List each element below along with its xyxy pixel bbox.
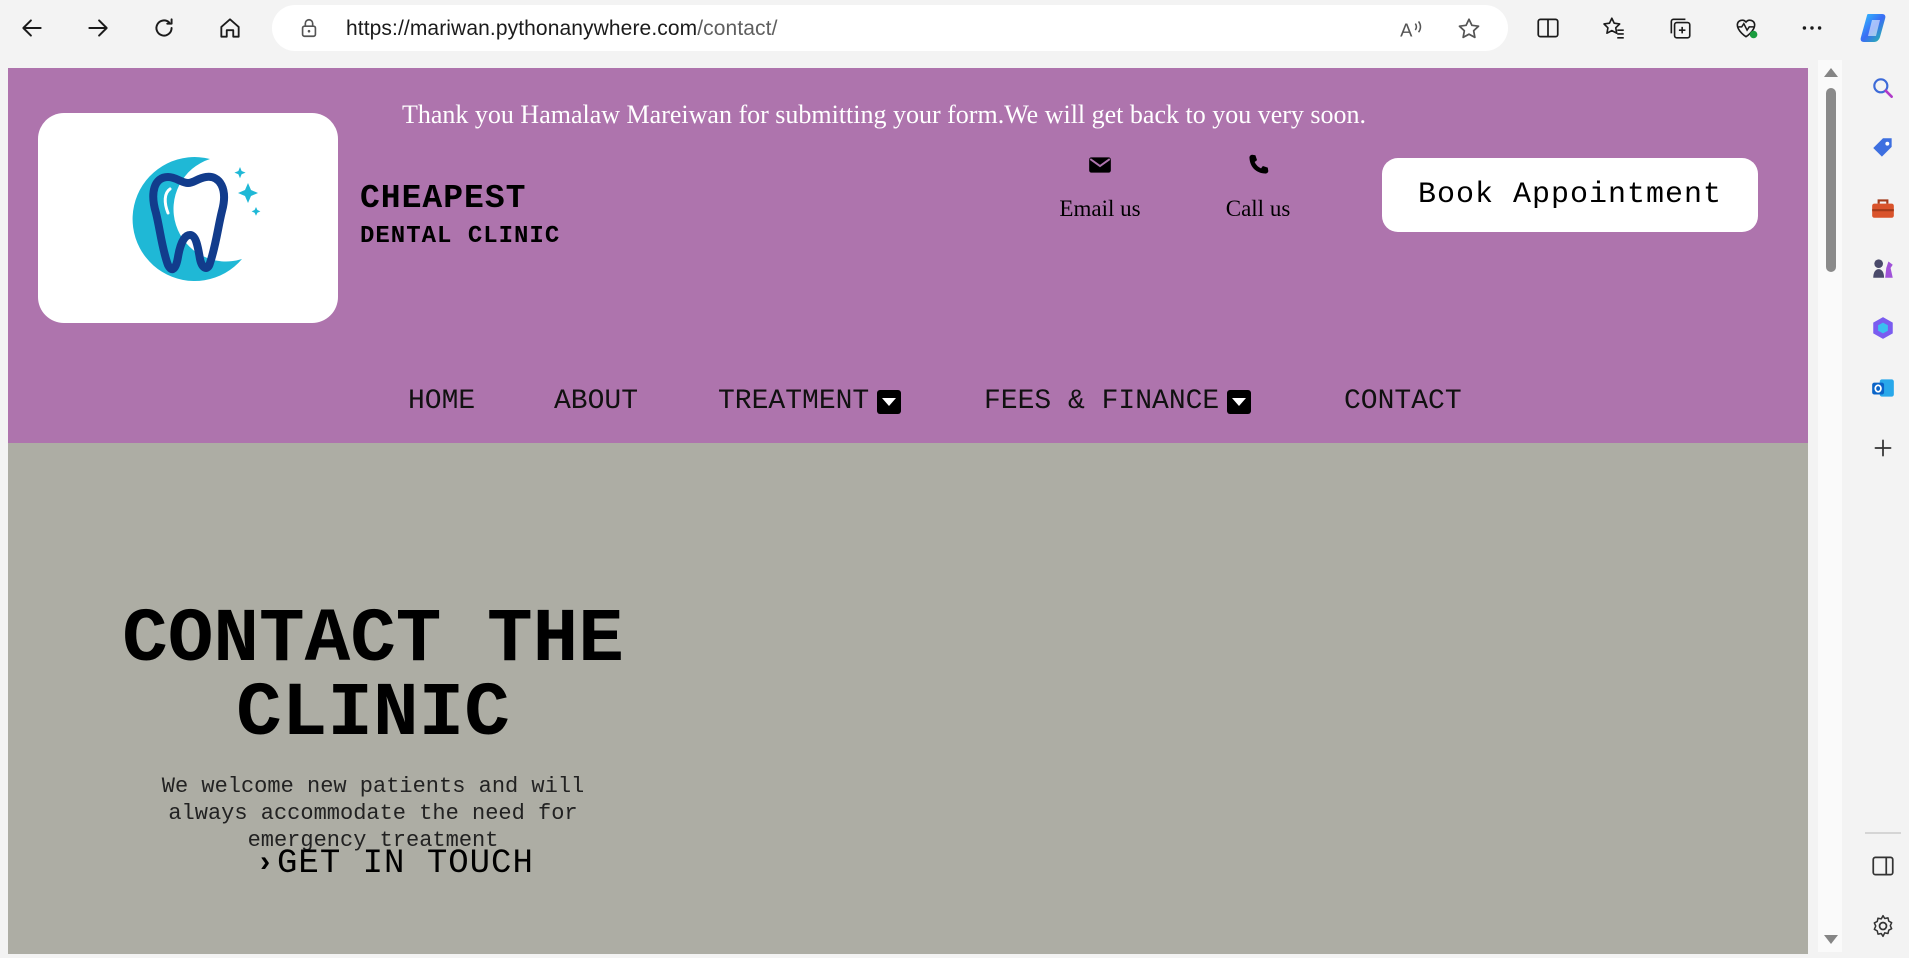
back-button[interactable] — [12, 8, 52, 48]
split-screen-icon — [1537, 18, 1559, 38]
ellipsis-icon — [1802, 26, 1822, 30]
chevron-right-icon: › — [256, 847, 276, 881]
sidebar-settings[interactable] — [1867, 910, 1899, 942]
hero-title: CONTACT THE CLINIC — [68, 602, 678, 752]
nav-contact[interactable]: CONTACT — [1344, 386, 1462, 417]
nav-contact-label: CONTACT — [1344, 386, 1462, 417]
copilot-icon[interactable] — [1858, 10, 1894, 46]
page-scrollbar[interactable] — [1818, 60, 1842, 952]
hero-subtitle-line2: always accommodate the need for — [168, 801, 578, 826]
brand-name-line1: CHEAPEST — [360, 180, 527, 217]
arrow-left-icon — [22, 19, 42, 37]
favorites-icon — [1603, 17, 1624, 39]
email-us-link[interactable]: Email us — [1048, 152, 1152, 222]
scroll-up-arrow-icon[interactable] — [1824, 68, 1838, 77]
sidebar-tools[interactable] — [1867, 192, 1899, 224]
collections-icon — [1670, 18, 1691, 39]
microsoft365-icon — [1873, 317, 1893, 339]
nav-home[interactable]: HOME — [408, 386, 475, 417]
sidebar-games[interactable] — [1867, 252, 1899, 284]
address-bar[interactable]: https://mariwan.pythonanywhere.com/conta… — [272, 5, 1508, 51]
scrollbar-thumb[interactable] — [1826, 88, 1836, 272]
chess-icon — [1873, 259, 1893, 278]
read-aloud-icon[interactable]: A — [1398, 16, 1424, 42]
split-screen-button[interactable] — [1528, 8, 1568, 48]
sidebar-outlook[interactable] — [1867, 372, 1899, 404]
email-us-label: Email us — [1059, 196, 1141, 221]
nav-treatment[interactable]: TREATMENT — [718, 386, 902, 417]
tag-icon — [1873, 138, 1892, 157]
browser-toolbar: https://mariwan.pythonanywhere.com/conta… — [0, 0, 1909, 56]
call-us-link[interactable]: Call us — [1208, 152, 1308, 222]
phone-icon — [1249, 154, 1269, 174]
nav-fees-finance[interactable]: FEES & FINANCE — [984, 386, 1252, 417]
nav-home-label: HOME — [408, 386, 476, 417]
page-viewport: Thank you Hamalaw Mareiwan for submittin… — [8, 68, 1808, 954]
more-options-button[interactable] — [1792, 8, 1832, 48]
hero-title-line2: CLINIC — [236, 671, 510, 757]
sidebar-microsoft365[interactable] — [1867, 312, 1899, 344]
get-in-touch-link[interactable]: › GET IN TOUCH — [256, 845, 534, 883]
lock-icon[interactable] — [298, 17, 320, 39]
collections-button[interactable] — [1660, 8, 1700, 48]
home-button[interactable] — [210, 8, 250, 48]
refresh-button[interactable] — [144, 8, 184, 48]
form-success-message: Thank you Hamalaw Mareiwan for submittin… — [402, 100, 1367, 129]
call-us-label: Call us — [1225, 196, 1291, 221]
main-nav: HOME ABOUT TREATMENT FEES & FINANCE CONT… — [8, 386, 1808, 426]
favorites-button[interactable] — [1594, 8, 1634, 48]
search-icon — [1873, 78, 1893, 98]
hero-subtitle: We welcome new patients and will always … — [108, 773, 638, 854]
sidebar-search[interactable] — [1867, 72, 1899, 104]
browser-essentials-button[interactable] — [1726, 8, 1766, 48]
book-appointment-button[interactable]: Book Appointment — [1382, 158, 1758, 232]
site-header: Thank you Hamalaw Mareiwan for submittin… — [8, 68, 1808, 443]
dropdown-caret-icon[interactable] — [1227, 389, 1252, 414]
favorite-star-icon[interactable] — [1456, 16, 1482, 42]
dropdown-caret-icon[interactable] — [877, 389, 902, 414]
hero-subtitle-line1: We welcome new patients and will — [161, 774, 585, 799]
arrow-right-icon — [88, 19, 108, 37]
clinic-logo[interactable] — [38, 113, 338, 323]
forward-button[interactable] — [78, 8, 118, 48]
tooth-logo-icon — [132, 157, 261, 282]
home-icon — [220, 18, 240, 38]
toolbox-icon — [1872, 199, 1894, 218]
contact-hero: CONTACT THE CLINIC We welcome new patien… — [8, 443, 1808, 954]
sidebar-hide[interactable] — [1867, 850, 1899, 882]
outlook-icon — [1872, 379, 1894, 397]
browser-sidebar — [1857, 56, 1909, 958]
gear-icon — [1873, 914, 1893, 938]
scroll-down-arrow-icon[interactable] — [1824, 935, 1838, 944]
brand-name-line2: DENTAL CLINIC — [360, 223, 561, 250]
url-text[interactable]: https://mariwan.pythonanywhere.com/conta… — [346, 17, 778, 41]
sidebar-divider — [1865, 832, 1901, 834]
sidebar-shopping[interactable] — [1867, 132, 1899, 164]
nav-treatment-label: TREATMENT — [718, 386, 870, 417]
svg-text:A: A — [1400, 20, 1413, 41]
nav-about-label: ABOUT — [554, 386, 639, 417]
sidebar-add[interactable] — [1867, 432, 1899, 464]
plus-icon — [1874, 439, 1892, 457]
nav-fees-label: FEES & FINANCE — [984, 386, 1220, 417]
panel-toggle-icon — [1872, 856, 1894, 876]
nav-about[interactable]: ABOUT — [554, 386, 638, 417]
refresh-icon — [155, 18, 173, 37]
get-in-touch-label: GET IN TOUCH — [277, 845, 534, 883]
heart-pulse-icon — [1736, 19, 1758, 39]
envelope-icon — [1089, 157, 1111, 173]
